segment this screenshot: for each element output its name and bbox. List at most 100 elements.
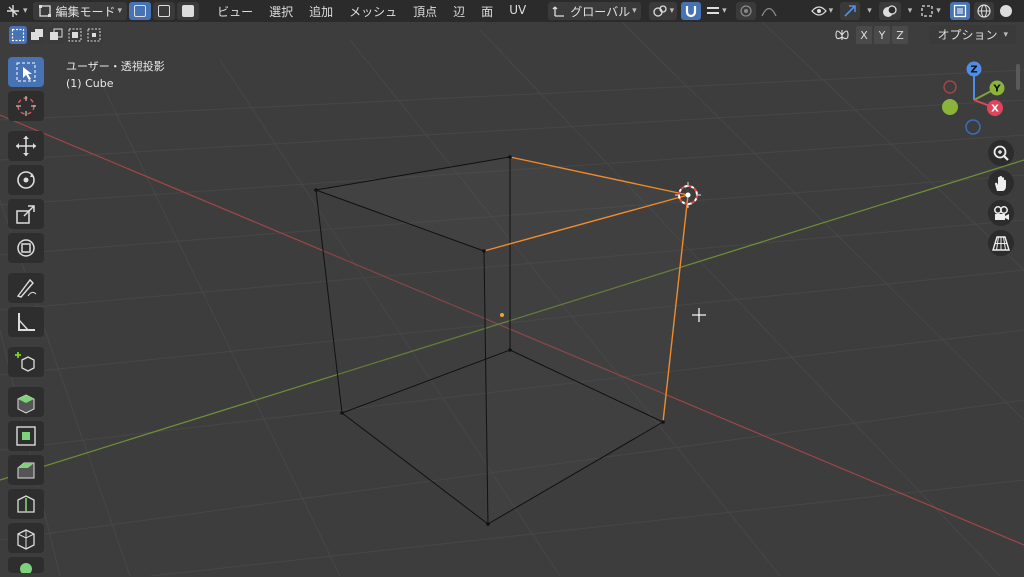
tool-settings-bar: X Y Z — [0, 24, 1024, 46]
orientation-axes-icon — [552, 6, 565, 17]
eye-icon — [810, 6, 827, 16]
tool-rotate[interactable] — [8, 165, 44, 195]
tool-inset[interactable] — [8, 421, 44, 451]
options-dropdown[interactable]: オプション ▾ — [929, 25, 1016, 44]
gizmo-y-label: Y — [992, 84, 1001, 95]
xray-icon — [953, 4, 966, 18]
chevron-down-icon: ▾ — [632, 6, 637, 16]
gizmo-toggle[interactable] — [840, 2, 861, 20]
menu-vertex[interactable]: 頂点 — [413, 3, 437, 20]
tool-extrude[interactable] — [8, 387, 44, 417]
tool-add-cube[interactable] — [8, 347, 44, 377]
edge-select-button[interactable] — [153, 2, 176, 20]
pivot-point-dropdown[interactable]: ▾ — [648, 2, 678, 20]
face-select-icon — [182, 5, 195, 17]
mirror-z-button[interactable]: Z — [892, 26, 908, 44]
navigation-gizmo[interactable]: Z Y X — [936, 58, 1012, 138]
selection-mode-group — [8, 26, 103, 44]
mode-selector[interactable]: 編集モード ▾ — [32, 2, 128, 20]
mirror-y-button[interactable]: Y — [874, 26, 890, 44]
face-select-button[interactable] — [177, 2, 200, 20]
tool-poly-build[interactable] — [8, 557, 44, 573]
falloff-dropdown[interactable] — [758, 2, 780, 20]
wireframe-sphere-icon — [977, 4, 991, 18]
mirror-x-button[interactable]: X — [856, 26, 872, 44]
transform-orientation-dropdown[interactable]: グローバル ▾ — [548, 2, 641, 20]
select-intersect-button[interactable] — [85, 26, 103, 44]
overlays-dropdown[interactable]: ▾ — [903, 2, 916, 20]
mesh-overlay-icon — [921, 5, 933, 17]
poly-build-icon — [20, 563, 32, 573]
annotate-icon — [16, 278, 37, 298]
mesh-edit-overlays-dropdown[interactable]: ▾ — [917, 2, 944, 20]
measure-icon — [18, 313, 35, 331]
magnet-icon — [686, 6, 697, 18]
proportional-edit-toggle[interactable] — [735, 2, 756, 20]
perspective-toggle-button[interactable] — [988, 230, 1014, 256]
object-origin — [500, 313, 504, 317]
visibility-dropdown[interactable]: ▾ — [808, 2, 837, 20]
options-label: オプション — [937, 28, 998, 42]
gizmo-dropdown[interactable]: ▾ — [862, 2, 875, 20]
menu-edge[interactable]: 辺 — [453, 3, 465, 20]
tool-move[interactable] — [8, 131, 44, 161]
menu-uv[interactable]: UV — [509, 3, 526, 20]
menu-select[interactable]: 選択 — [269, 3, 293, 20]
object-label: (1) Cube — [66, 77, 114, 90]
region-scrollbar[interactable] — [1016, 64, 1020, 90]
tool-knife[interactable] — [8, 523, 44, 553]
zoom-button[interactable] — [988, 140, 1014, 166]
tool-scale[interactable] — [8, 199, 44, 229]
select-extend-icon — [31, 29, 43, 40]
add-cube-icon — [15, 352, 35, 372]
snap-target-dropdown[interactable]: ▾ — [703, 2, 730, 20]
chevron-down-icon: ▾ — [907, 6, 913, 16]
shading-wireframe-button[interactable] — [973, 2, 994, 20]
menu-face[interactable]: 面 — [481, 3, 493, 20]
select-box-icon — [16, 62, 36, 82]
camera-view-button[interactable] — [988, 200, 1014, 226]
tool-measure[interactable] — [8, 307, 44, 337]
inset-icon — [16, 426, 36, 446]
tool-cursor[interactable] — [8, 91, 44, 121]
editor-type-button[interactable]: ▾ — [2, 2, 31, 20]
tool-select-box[interactable] — [8, 57, 44, 87]
select-new-button[interactable] — [9, 26, 27, 44]
menu-mesh[interactable]: メッシュ — [349, 3, 397, 20]
vertex-select-icon — [134, 5, 147, 17]
select-extend-button[interactable] — [28, 26, 46, 44]
edge-select-icon — [158, 5, 171, 17]
falloff-curve-icon — [761, 7, 777, 17]
chevron-down-icon: ▾ — [828, 6, 834, 16]
scale-icon — [16, 205, 35, 224]
loop-cut-icon — [17, 495, 35, 513]
gizmo-x-label: X — [991, 104, 999, 115]
overlays-toggle[interactable] — [878, 2, 901, 20]
butterfly-mirror-icon — [835, 30, 849, 40]
gizmo-arrow-icon — [844, 5, 857, 17]
bevel-icon — [17, 462, 35, 479]
tool-transform[interactable] — [8, 233, 44, 263]
view-name: ユーザー・透視投影 — [66, 60, 165, 73]
tool-loop-cut[interactable] — [8, 489, 44, 519]
xray-toggle[interactable] — [949, 2, 970, 20]
chevron-down-icon: ▾ — [867, 6, 872, 16]
select-subtract-button[interactable] — [47, 26, 65, 44]
tool-annotate[interactable] — [8, 273, 44, 303]
shading-solid-button[interactable] — [996, 2, 1016, 20]
pivot-icon — [652, 5, 667, 17]
transform-icon — [17, 239, 35, 257]
select-invert-button[interactable] — [66, 26, 84, 44]
vertex-select-button[interactable] — [129, 2, 152, 20]
snap-toggle[interactable] — [681, 2, 702, 20]
pan-button[interactable] — [988, 170, 1014, 196]
move-icon — [16, 136, 36, 156]
tool-bevel[interactable] — [8, 455, 44, 485]
menu-add[interactable]: 追加 — [309, 3, 333, 20]
selected-vertex[interactable] — [685, 192, 691, 198]
select-intersect-icon — [87, 28, 101, 42]
solid-sphere-icon — [999, 5, 1012, 17]
menu-view[interactable]: ビュー — [217, 3, 253, 20]
select-subtract-icon — [50, 28, 63, 40]
chevron-down-icon: ▾ — [1003, 29, 1008, 40]
